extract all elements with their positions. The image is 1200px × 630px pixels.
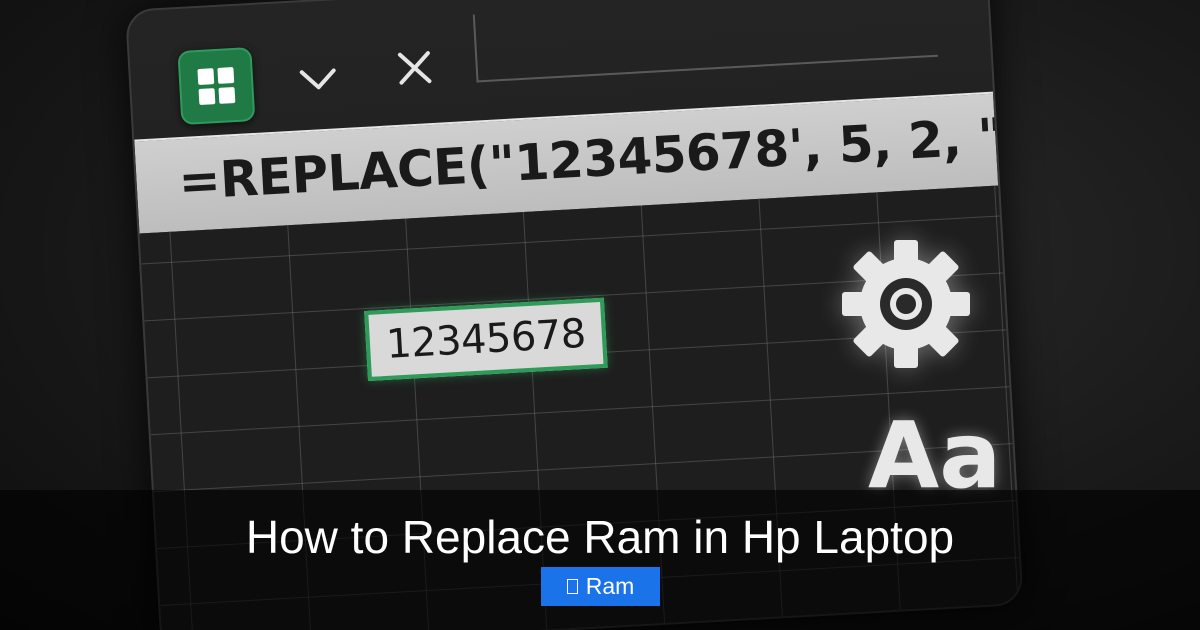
selected-cell[interactable]: 12345678 [364,297,608,382]
font-icon: Aa [868,402,1002,509]
chevron-down-icon[interactable] [295,56,341,102]
spreadsheet-grid-icon [197,67,236,105]
caption-overlay: How to Replace Ram in Hp Laptop Ram [0,490,1200,630]
folder-icon [566,579,578,594]
cell-value: 12345678 [385,310,587,368]
close-icon[interactable] [391,45,437,91]
article-title: How to Replace Ram in Hp Laptop [245,511,955,563]
category-tag[interactable]: Ram [541,567,660,606]
category-tag-label: Ram [585,573,635,599]
spreadsheet-app-icon[interactable] [177,47,256,126]
gear-icon [838,236,974,372]
thumbnail-stage: =REPLACE("12345678', 5, 2, "AB") 1234567… [0,0,1200,630]
name-box[interactable] [472,0,938,83]
